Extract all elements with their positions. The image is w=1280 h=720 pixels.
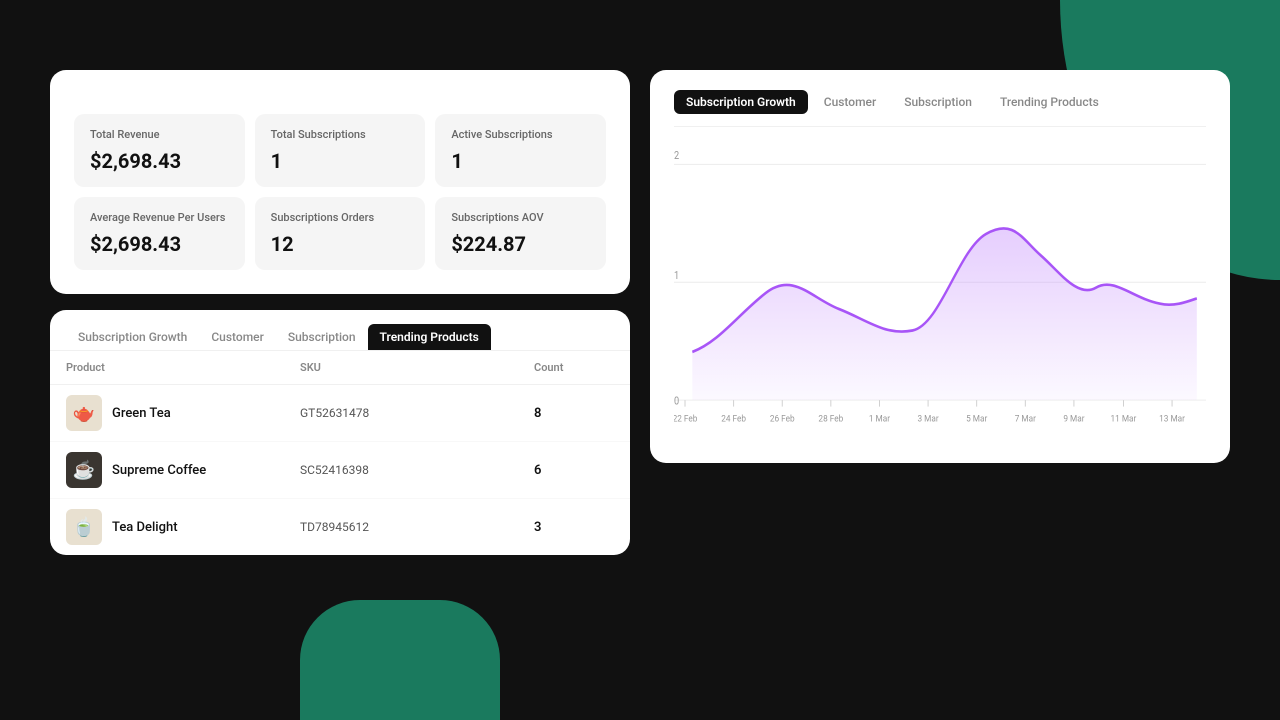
metric-label: Average Revenue Per Users — [90, 211, 229, 224]
product-count: 8 — [534, 406, 614, 421]
svg-text:13 Mar: 13 Mar — [1159, 414, 1185, 425]
table-tab[interactable]: Customer — [199, 324, 275, 350]
table-tab[interactable]: Subscription — [276, 324, 368, 350]
product-cell: 🫖 Green Tea — [66, 395, 300, 431]
product-sku: SC52416398 — [300, 463, 534, 477]
metric-box: Total Revenue $2,698.43 — [74, 114, 245, 187]
svg-text:0: 0 — [674, 396, 680, 408]
metric-value: 1 — [451, 149, 590, 173]
metric-box: Active Subscriptions 1 — [435, 114, 606, 187]
product-cell: 🍵 Tea Delight — [66, 509, 300, 545]
table-body: 🫖 Green Tea GT52631478 8 ☕ Supreme Coffe… — [50, 385, 630, 555]
table-header-cell: Count — [534, 361, 614, 374]
metric-box: Total Subscriptions 1 — [255, 114, 426, 187]
chart-tab[interactable]: Subscription Growth — [674, 90, 808, 114]
product-count: 6 — [534, 463, 614, 478]
metric-label: Subscriptions Orders — [271, 211, 410, 224]
metric-value: 12 — [271, 232, 410, 256]
metric-value: 1 — [271, 149, 410, 173]
svg-text:3 Mar: 3 Mar — [917, 414, 938, 425]
product-sku: GT52631478 — [300, 406, 534, 420]
svg-text:2: 2 — [674, 150, 680, 162]
table-tabs: Subscription GrowthCustomerSubscriptionT… — [50, 310, 630, 351]
svg-text:5 Mar: 5 Mar — [966, 414, 987, 425]
subscription-growth-chart: 2 1 0 22 Fe — [674, 143, 1206, 443]
svg-text:9 Mar: 9 Mar — [1063, 414, 1084, 425]
metric-box: Average Revenue Per Users $2,698.43 — [74, 197, 245, 270]
bg-decoration-bottom-left — [300, 600, 500, 720]
metric-label: Active Subscriptions — [451, 128, 590, 141]
product-thumbnail: ☕ — [66, 452, 102, 488]
product-thumbnail: 🫖 — [66, 395, 102, 431]
table-row: ☕ Supreme Coffee SC52416398 6 — [50, 442, 630, 499]
svg-text:7 Mar: 7 Mar — [1015, 414, 1036, 425]
metric-value: $2,698.43 — [90, 232, 229, 256]
table-header: ProductSKUCount — [50, 351, 630, 385]
product-name: Green Tea — [112, 406, 171, 421]
table-tab[interactable]: Trending Products — [368, 324, 491, 350]
product-count: 3 — [534, 520, 614, 535]
metric-value: $2,698.43 — [90, 149, 229, 173]
metric-label: Subscriptions AOV — [451, 211, 590, 224]
svg-text:24 Feb: 24 Feb — [721, 414, 746, 425]
product-name: Tea Delight — [112, 520, 178, 535]
svg-text:11 Mar: 11 Mar — [1111, 414, 1137, 425]
metrics-grid: Total Revenue $2,698.43 Total Subscripti… — [74, 114, 606, 270]
svg-text:28 Feb: 28 Feb — [818, 414, 843, 425]
chart-tabs: Subscription GrowthCustomerSubscriptionT… — [674, 90, 1206, 127]
table-header-cell: Product — [66, 361, 300, 374]
metric-box: Subscriptions Orders 12 — [255, 197, 426, 270]
table-card: Subscription GrowthCustomerSubscriptionT… — [50, 310, 630, 555]
chart-card: Subscription GrowthCustomerSubscriptionT… — [650, 70, 1230, 463]
table-header-cell: SKU — [300, 361, 534, 374]
product-thumbnail: 🍵 — [66, 509, 102, 545]
chart-area: 2 1 0 22 Fe — [674, 143, 1206, 443]
metric-label: Total Revenue — [90, 128, 229, 141]
product-cell: ☕ Supreme Coffee — [66, 452, 300, 488]
table-row: 🫖 Green Tea GT52631478 8 — [50, 385, 630, 442]
table-row: 🍵 Tea Delight TD78945612 3 — [50, 499, 630, 555]
analytics-card: Total Revenue $2,698.43 Total Subscripti… — [50, 70, 630, 294]
metric-value: $224.87 — [451, 232, 590, 256]
chart-tab[interactable]: Trending Products — [988, 90, 1111, 114]
svg-text:1 Mar: 1 Mar — [869, 414, 890, 425]
product-name: Supreme Coffee — [112, 463, 206, 478]
svg-text:22 Feb: 22 Feb — [674, 414, 697, 425]
metric-box: Subscriptions AOV $224.87 — [435, 197, 606, 270]
metric-label: Total Subscriptions — [271, 128, 410, 141]
product-sku: TD78945612 — [300, 520, 534, 534]
table-tab[interactable]: Subscription Growth — [66, 324, 199, 350]
chart-tab[interactable]: Customer — [812, 90, 888, 114]
chart-tab[interactable]: Subscription — [892, 90, 984, 114]
svg-text:1: 1 — [674, 270, 679, 282]
svg-text:26 Feb: 26 Feb — [770, 414, 795, 425]
